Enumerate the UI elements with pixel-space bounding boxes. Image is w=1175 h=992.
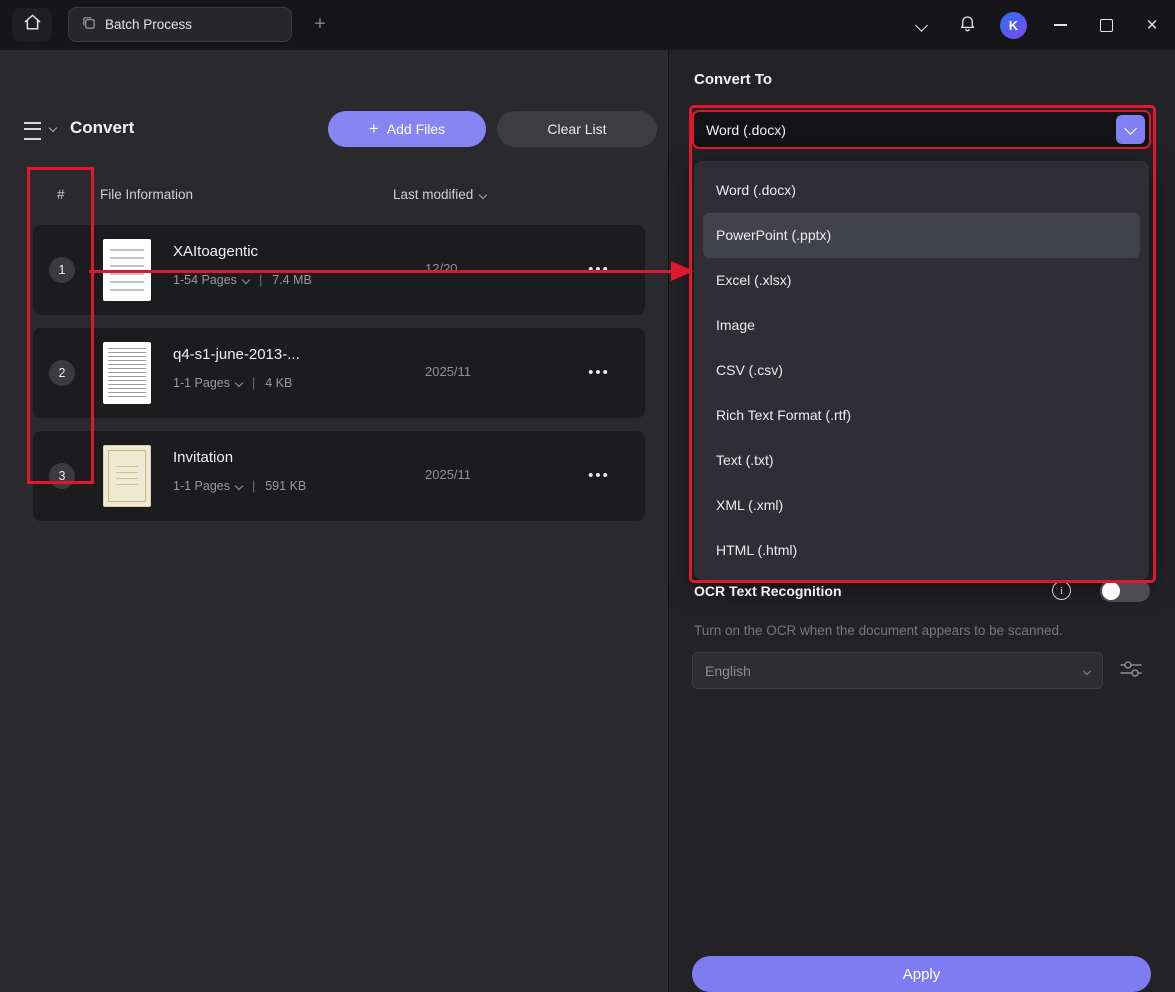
file-pages[interactable]: 1-1 Pages [173,479,230,493]
ocr-hint: Turn on the OCR when the document appear… [694,623,1063,638]
chevron-down-icon [242,276,250,284]
close-icon: × [1146,16,1157,35]
convert-to-title: Convert To [694,71,772,88]
format-select[interactable]: Word (.docx) [692,110,1151,149]
chevron-down-icon [1083,666,1091,674]
chevron-down-icon [1124,122,1137,135]
format-option[interactable]: HTML (.html) [694,528,1149,573]
info-icon[interactable]: i [1052,581,1071,600]
document-thumbnail-dense [103,342,151,404]
toggle-knob [1102,582,1120,600]
apply-label: Apply [903,966,941,983]
add-files-button[interactable]: + Add Files [328,111,486,147]
file-modified-date: 2025/11 [425,467,471,482]
file-more-button[interactable]: ••• [577,356,621,388]
plus-icon: + [369,119,379,139]
format-select-dropdown-button[interactable] [1116,115,1145,144]
home-button[interactable] [12,8,52,42]
file-modified-date: 2025/11 [425,364,471,379]
file-meta: 1-1 Pages | 4 KB [173,376,292,390]
convert-panel: Convert + Add Files Clear List # File In… [0,50,668,992]
format-option[interactable]: Rich Text Format (.rtf) [694,393,1149,438]
clear-list-button[interactable]: Clear List [497,111,657,147]
column-last-modified[interactable]: Last modified [393,187,486,202]
file-meta: 1-54 Pages | 7.4 MB [173,273,312,287]
column-file-information: File Information [100,187,193,202]
file-name: XAItoagentic [173,243,258,260]
file-modified-date: 12/20 [425,261,458,276]
minimize-button[interactable] [1037,0,1083,50]
file-pages[interactable]: 1-54 Pages [173,273,237,287]
chevron-down-icon [235,379,243,387]
format-select-value: Word (.docx) [694,122,786,138]
format-option[interactable]: Text (.txt) [694,438,1149,483]
file-name: q4-s1-june-2013-... [173,346,300,363]
file-more-button[interactable]: ••• [577,253,621,285]
file-size: 7.4 MB [272,273,312,287]
ocr-language-value: English [705,663,751,679]
hamburger-icon [24,122,41,140]
chevron-down-icon [915,19,928,32]
chevron-down-icon [479,190,487,198]
file-index-badge: 3 [49,463,75,489]
minimize-icon [1054,24,1067,26]
file-index-badge: 1 [49,257,75,283]
format-option[interactable]: Word (.docx) [694,168,1149,213]
format-option[interactable]: PowerPoint (.pptx) [703,213,1140,258]
document-thumbnail [103,239,151,301]
add-files-label: Add Files [387,121,445,137]
file-list: 1 XAItoagentic 1-54 Pages | 7.4 MB 12/20… [33,225,645,521]
column-index: # [57,187,65,202]
page-title: Convert [70,118,134,138]
notifications-button[interactable] [944,0,990,50]
new-tab-button[interactable]: + [306,10,334,38]
file-pages[interactable]: 1-1 Pages [173,376,230,390]
collapse-toolbar-button[interactable] [898,0,944,50]
tab-label: Batch Process [105,17,192,32]
ocr-label: OCR Text Recognition [694,583,842,599]
chevron-down-icon [235,482,243,490]
menu-button[interactable] [24,121,58,139]
file-row[interactable]: 3 Invitation 1-1 Pages | 591 KB 2025/11 … [33,431,645,521]
ocr-toggle[interactable] [1100,580,1150,602]
file-row[interactable]: 2 q4-s1-june-2013-... 1-1 Pages | 4 KB 2… [33,328,645,418]
invitation-thumbnail [103,445,151,507]
bell-icon [958,13,977,37]
file-row[interactable]: 1 XAItoagentic 1-54 Pages | 7.4 MB 12/20… [33,225,645,315]
clear-list-label: Clear List [547,121,606,137]
close-button[interactable]: × [1129,0,1175,50]
batch-tab-icon [81,15,96,35]
format-option[interactable]: XML (.xml) [694,483,1149,528]
home-icon [23,13,42,37]
format-option[interactable]: Image [694,303,1149,348]
apply-button[interactable]: Apply [692,956,1151,992]
maximize-button[interactable] [1083,0,1129,50]
tab-batch-process[interactable]: Batch Process [68,7,292,42]
format-option[interactable]: CSV (.csv) [694,348,1149,393]
file-meta: 1-1 Pages | 591 KB [173,479,306,493]
chevron-down-icon [49,124,57,132]
format-option[interactable]: Excel (.xlsx) [694,258,1149,303]
app-window: Batch Process + K × Convert + Add Files [0,0,1175,992]
format-options-list: Word (.docx)PowerPoint (.pptx)Excel (.xl… [694,161,1149,580]
file-index-badge: 2 [49,360,75,386]
ocr-settings-icon[interactable] [1118,657,1144,686]
file-name: Invitation [173,449,233,466]
file-more-button[interactable]: ••• [577,459,621,491]
titlebar: Batch Process + K × [0,0,1175,50]
file-size: 591 KB [265,479,306,493]
avatar[interactable]: K [1000,12,1027,39]
maximize-icon [1100,19,1113,32]
ocr-language-select[interactable]: English [692,652,1103,689]
file-size: 4 KB [265,376,292,390]
